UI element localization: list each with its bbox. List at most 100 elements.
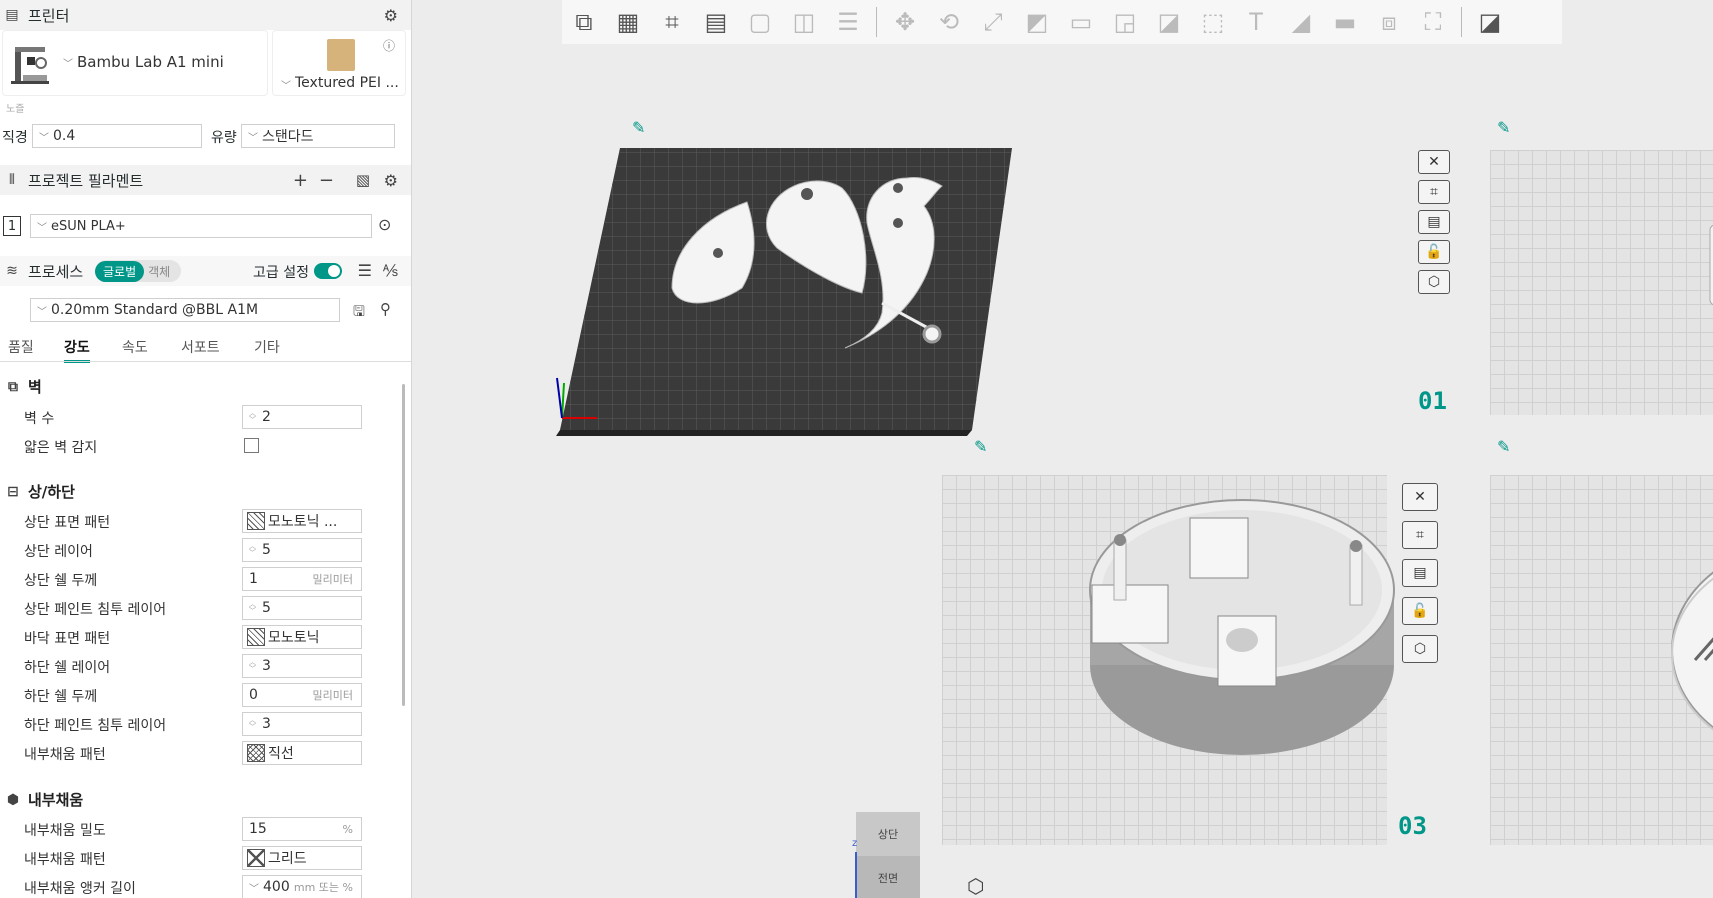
search-icon[interactable]: ⚲ bbox=[380, 300, 391, 318]
toggle-global[interactable]: 글로벌 bbox=[95, 260, 145, 282]
view-reset-icon[interactable]: ⬡ bbox=[967, 874, 984, 898]
stepper-arrows-icon[interactable]: ︿ ﹀ bbox=[249, 410, 256, 424]
tab-support[interactable]: 서포트 bbox=[181, 337, 220, 357]
seam-paint-icon[interactable]: ⬚ bbox=[1191, 0, 1235, 44]
sparse-infill-pattern-select[interactable]: 그리드 bbox=[242, 846, 362, 870]
info-icon[interactable]: ⓘ bbox=[383, 37, 395, 54]
compare-icon[interactable]: ⅍ bbox=[383, 261, 398, 281]
toggle-object[interactable]: 객체 bbox=[144, 263, 170, 280]
filament-settings-gear-icon[interactable]: ⚙ bbox=[384, 171, 398, 190]
plate-02-model[interactable] bbox=[1702, 190, 1713, 320]
stepper-arrows-icon[interactable]: ︿ ﹀ bbox=[249, 543, 256, 557]
arrange-plate-icon[interactable]: ▤ bbox=[1402, 559, 1438, 587]
filament-slot-number[interactable]: 1 bbox=[3, 216, 21, 236]
auto-orient-icon[interactable]: ⌗ bbox=[650, 0, 694, 44]
assembly-icon[interactable]: ⧈ bbox=[1367, 0, 1411, 44]
add-object-icon[interactable]: ⧉ bbox=[562, 0, 606, 44]
view-front-button[interactable]: 전면 bbox=[856, 856, 920, 898]
top-shell-thickness-input[interactable]: 1 밀리미터 bbox=[242, 567, 362, 591]
text-icon[interactable]: Ꭲ bbox=[1235, 0, 1279, 44]
printer-model-selector[interactable]: ﹀ Bambu Lab A1 mini bbox=[2, 30, 268, 96]
nozzle-diameter-select[interactable]: ﹀ 0.4 bbox=[32, 124, 202, 148]
infill-density-value: 15 bbox=[249, 821, 267, 837]
bottom-shell-layers-input[interactable]: ︿ ﹀ 3 bbox=[242, 654, 362, 678]
tab-quality[interactable]: 품질 bbox=[8, 337, 34, 357]
bottom-shell-thickness-input[interactable]: 0 밀리미터 bbox=[242, 683, 362, 707]
lock-plate-icon[interactable]: 🔓 bbox=[1418, 240, 1450, 264]
lay-on-face-icon[interactable]: ◩ bbox=[1015, 0, 1059, 44]
arrange-plate-icon[interactable]: ▤ bbox=[1418, 210, 1450, 234]
rotate-icon[interactable]: ⟲ bbox=[927, 0, 971, 44]
auto-orient-plate-icon[interactable]: ⌗ bbox=[1402, 521, 1438, 549]
tab-speed[interactable]: 속도 bbox=[122, 337, 148, 357]
split-parts-icon[interactable]: ◫ bbox=[782, 0, 826, 44]
top-layers-input[interactable]: ︿ ﹀ 5 bbox=[242, 538, 362, 562]
top-paint-penetration-label: 상단 페인트 침투 레이어 bbox=[24, 602, 167, 618]
3d-viewport[interactable]: ⧉ ▦ ⌗ ▤ ▢ ◫ ☰ ✥ ⟲ ⤢ ◩ ▭ ◲ ◪ ⬚ Ꭲ ◢ ▬ ⧈ ⛶ … bbox=[412, 0, 1713, 898]
delete-plate-icon[interactable]: ✕ bbox=[1418, 150, 1450, 174]
plate-settings-icon[interactable]: ⬡ bbox=[1418, 270, 1450, 294]
filament-sync-icon[interactable]: ▧ bbox=[356, 171, 370, 189]
bed-type-selector[interactable]: ⓘ ﹀ Textured PEI ... bbox=[272, 30, 406, 96]
list-view-icon[interactable]: ☰ bbox=[358, 261, 372, 280]
process-preset-name: 0.20mm Standard @BBL A1M bbox=[51, 302, 259, 318]
global-object-toggle[interactable]: 글로벌 객체 bbox=[95, 260, 181, 282]
split-objects-icon[interactable]: ▢ bbox=[738, 0, 782, 44]
arrange-icon[interactable]: ▤ bbox=[694, 0, 738, 44]
layers-icon[interactable]: ☰ bbox=[826, 0, 870, 44]
advanced-settings-label: 고급 설정 bbox=[253, 265, 309, 281]
top-shell-thickness-value: 1 bbox=[249, 571, 258, 587]
stepper-arrows-icon[interactable]: ︿ ﹀ bbox=[249, 601, 256, 615]
tab-others[interactable]: 기타 bbox=[254, 337, 280, 357]
top-surface-pattern-select[interactable]: 모노토닉 ... bbox=[242, 509, 362, 533]
settings-scrollbar[interactable] bbox=[402, 384, 405, 706]
top-paint-penetration-input[interactable]: ︿ ﹀ 5 bbox=[242, 596, 362, 620]
printer-settings-gear-icon[interactable]: ⚙ bbox=[384, 6, 398, 25]
scale-icon[interactable]: ⤢ bbox=[971, 0, 1015, 44]
plate-settings-icon[interactable]: ⬡ bbox=[1402, 635, 1438, 663]
chevron-down-icon: ﹀ bbox=[63, 59, 73, 70]
plate-03-model[interactable] bbox=[1082, 490, 1402, 770]
add-plate-icon[interactable]: ▦ bbox=[606, 0, 650, 44]
save-preset-icon[interactable]: 🖫 bbox=[353, 301, 365, 325]
tab-strength[interactable]: 강도 bbox=[64, 337, 90, 363]
auto-orient-plate-icon[interactable]: ⌗ bbox=[1418, 180, 1450, 204]
plate-01[interactable] bbox=[542, 138, 1422, 438]
filament-select[interactable]: ﹀ eSUN PLA+ bbox=[30, 214, 372, 238]
fit-view-icon[interactable]: ⛶ bbox=[1411, 0, 1455, 44]
wall-count-input[interactable]: ︿ ﹀ 2 bbox=[242, 405, 362, 429]
process-preset-select[interactable]: ﹀ 0.20mm Standard @BBL A1M bbox=[30, 298, 340, 322]
edit-plate-name-icon[interactable]: ✎ bbox=[974, 437, 987, 456]
nozzle-flow-select[interactable]: ﹀ 스탠다드 bbox=[241, 124, 395, 148]
color-paint-icon[interactable]: ◢ bbox=[1279, 0, 1323, 44]
bottom-paint-penetration-input[interactable]: ︿ ﹀ 3 bbox=[242, 712, 362, 736]
support-paint-icon[interactable]: ◪ bbox=[1147, 0, 1191, 44]
internal-solid-infill-pattern-select[interactable]: 직선 bbox=[242, 741, 362, 765]
filament-more-icon[interactable]: ⊙ bbox=[378, 215, 391, 234]
bottom-surface-pattern-select[interactable]: 모노토닉 bbox=[242, 625, 362, 649]
lock-plate-icon[interactable]: 🔓 bbox=[1402, 597, 1438, 625]
stepper-arrows-icon[interactable]: ︿ ﹀ bbox=[249, 717, 256, 731]
boolean-icon[interactable]: ◲ bbox=[1103, 0, 1147, 44]
edit-plate-name-icon[interactable]: ✎ bbox=[632, 118, 645, 137]
plate-02[interactable] bbox=[1490, 150, 1713, 415]
plate-04-model[interactable] bbox=[1667, 535, 1713, 765]
top-bottom-icon: ⊟ bbox=[7, 483, 19, 500]
view-top-button[interactable]: 상단 bbox=[856, 812, 920, 856]
infill-anchor-length-label: 내부채움 앵커 길이 bbox=[24, 881, 136, 897]
measure-icon[interactable]: ▬ bbox=[1323, 0, 1367, 44]
infill-anchor-length-input[interactable]: ﹀ 400 mm 또는 % bbox=[242, 875, 362, 898]
remove-filament-icon[interactable]: − bbox=[319, 170, 334, 191]
infill-density-input[interactable]: 15 % bbox=[242, 817, 362, 841]
advanced-settings-switch[interactable] bbox=[314, 263, 342, 279]
add-filament-icon[interactable]: + bbox=[293, 170, 308, 191]
variable-layer-icon[interactable]: ◪ bbox=[1468, 0, 1512, 44]
infill-density-label: 내부채움 밀도 bbox=[24, 823, 106, 839]
detect-thin-wall-checkbox[interactable] bbox=[244, 438, 259, 453]
edit-plate-name-icon[interactable]: ✎ bbox=[1497, 118, 1510, 137]
stepper-arrows-icon[interactable]: ︿ ﹀ bbox=[249, 659, 256, 673]
edit-plate-name-icon[interactable]: ✎ bbox=[1497, 437, 1510, 456]
move-icon[interactable]: ✥ bbox=[883, 0, 927, 44]
cut-icon[interactable]: ▭ bbox=[1059, 0, 1103, 44]
delete-plate-icon[interactable]: ✕ bbox=[1402, 483, 1438, 511]
